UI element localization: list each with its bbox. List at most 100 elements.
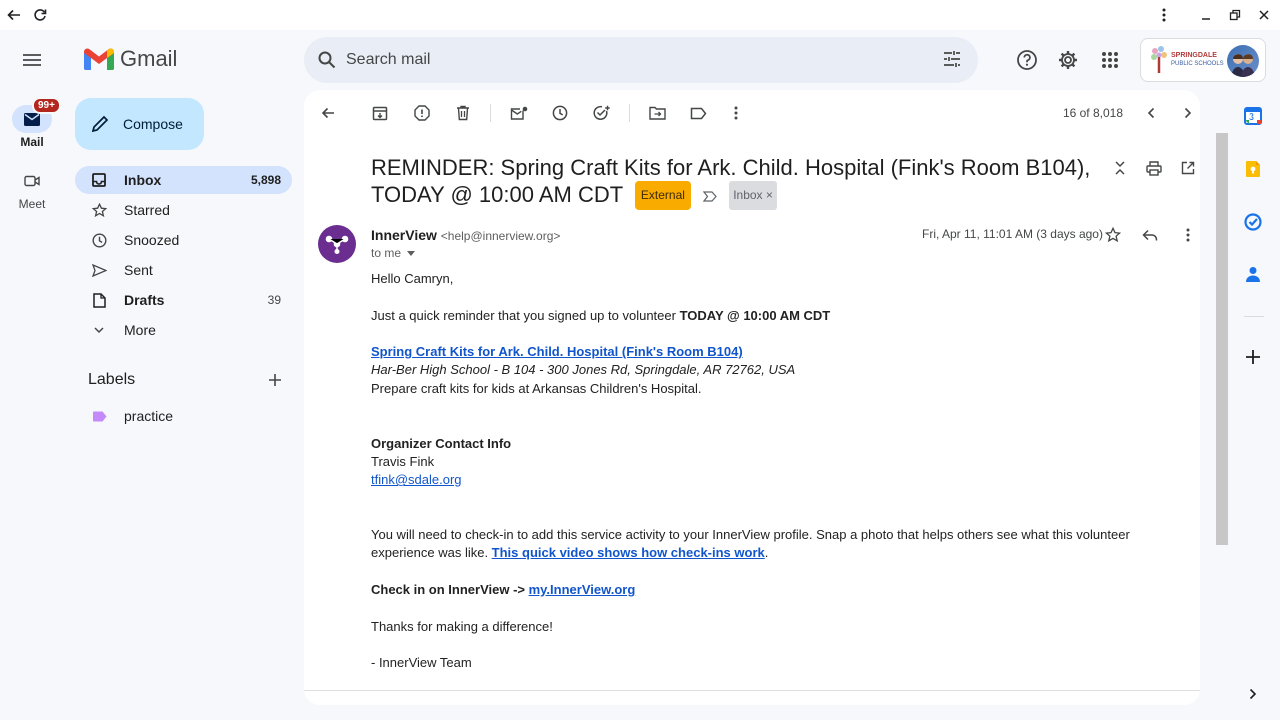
email-date: Fri, Apr 11, 11:01 AM (3 days ago) [922, 227, 1103, 241]
school-subtitle: PUBLIC SCHOOLS [1171, 61, 1224, 67]
rail-meet[interactable]: Meet [0, 167, 64, 211]
mark-unread-icon[interactable] [509, 103, 529, 123]
browser-bar [0, 0, 1280, 30]
close-icon[interactable] [1254, 5, 1274, 25]
inbox-chip-label: Inbox [733, 188, 763, 202]
back-arrow-icon[interactable] [4, 5, 24, 25]
print-icon[interactable] [1144, 158, 1164, 178]
main-menu-icon[interactable] [12, 46, 52, 74]
mail-badge: 99+ [32, 97, 61, 114]
checkin-prompt: Check in on InnerView -> [371, 582, 529, 598]
star-icon [89, 200, 109, 220]
period: . [764, 545, 769, 561]
label-tag-icon [89, 406, 109, 426]
nav-count: 39 [267, 293, 281, 307]
star-message-icon[interactable] [1103, 225, 1123, 245]
newer-chevron-left-icon[interactable] [1141, 103, 1161, 123]
school-logo: SPRINGDALE PUBLIC SCHOOLS [1149, 45, 1224, 75]
search-options-icon[interactable] [942, 49, 962, 69]
sender-info: InnerView <help@innerview.org> [371, 227, 560, 243]
rail-mail[interactable]: 99+ Mail [0, 97, 64, 149]
recipients-toggle[interactable]: to me [371, 246, 416, 260]
expand-side-panel-icon[interactable] [1243, 684, 1263, 704]
nav-item-snoozed[interactable]: Snoozed [75, 226, 292, 254]
report-spam-icon[interactable] [412, 103, 432, 123]
delete-icon[interactable] [453, 103, 473, 123]
nav-item-starred[interactable]: Starred [75, 196, 292, 224]
keep-icon[interactable] [1243, 159, 1263, 179]
nav-item-drafts[interactable]: Drafts 39 [75, 286, 292, 314]
nav-label: More [124, 322, 156, 338]
nav-label: Starred [124, 202, 170, 218]
nav-label: practice [124, 408, 174, 424]
search-input[interactable] [346, 51, 926, 69]
compose-button[interactable]: Compose [75, 98, 204, 150]
move-to-icon[interactable] [647, 103, 667, 123]
message-more-icon[interactable] [1178, 225, 1198, 245]
external-tag: External [634, 181, 691, 210]
label-icon[interactable] [688, 103, 708, 123]
signoff: - InnerView Team [371, 655, 472, 671]
nav-label: Inbox [124, 172, 162, 188]
nav-item-inbox[interactable]: Inbox 5,898 [75, 166, 292, 194]
contacts-icon[interactable] [1243, 264, 1263, 284]
account-switcher[interactable]: SPRINGDALE PUBLIC SCHOOLS [1140, 38, 1266, 82]
school-name: SPRINGDALE [1171, 52, 1217, 59]
archive-icon[interactable] [370, 103, 390, 123]
snooze-icon[interactable] [550, 103, 570, 123]
reply-icon[interactable] [1140, 225, 1160, 245]
checkin-video-link[interactable]: This quick video shows how check-ins wor… [492, 545, 765, 560]
help-icon[interactable] [1015, 48, 1039, 72]
email-body: Hello Camryn, Just a quick reminder that… [371, 270, 1191, 673]
remove-label-icon[interactable]: × [766, 188, 773, 202]
apps-grid-icon[interactable] [1098, 48, 1122, 72]
caret-down-icon [407, 251, 416, 256]
browser-menu-icon[interactable] [1154, 5, 1174, 25]
minimize-icon[interactable] [1196, 5, 1216, 25]
tasks-icon[interactable] [1243, 212, 1263, 232]
draft-icon [89, 290, 109, 310]
toolbar-divider [629, 104, 630, 122]
collapse-all-icon[interactable] [1110, 158, 1130, 178]
labels-heading: Labels [88, 371, 136, 388]
reminder-time: TODAY @ 10:00 AM CDT [679, 307, 831, 323]
get-addons-plus-icon[interactable] [1243, 347, 1263, 367]
restore-icon[interactable] [1225, 5, 1245, 25]
sender-email: <help@innerview.org> [440, 229, 561, 243]
organizer-name: Travis Fink [371, 453, 435, 469]
more-options-icon[interactable] [726, 103, 746, 123]
add-label-icon[interactable] [265, 370, 285, 390]
sender-avatar[interactable] [318, 225, 356, 263]
inbox-icon [89, 170, 109, 190]
sender-name[interactable]: InnerView [371, 227, 437, 243]
nav-label: Sent [124, 262, 153, 278]
nav-item-more[interactable]: More [75, 316, 292, 344]
reload-icon[interactable] [30, 5, 50, 25]
event-link[interactable]: Spring Craft Kits for Ark. Child. Hospit… [371, 344, 743, 359]
nav-item-sent[interactable]: Sent [75, 256, 292, 284]
thanks-line: Thanks for making a difference! [371, 618, 553, 634]
older-chevron-right-icon[interactable] [1178, 103, 1198, 123]
clock-icon [89, 230, 109, 250]
settings-gear-icon[interactable] [1056, 48, 1080, 72]
back-to-inbox-icon[interactable] [318, 103, 338, 123]
message-panel: 16 of 8,018 REMINDER: Spring Craft Kits … [304, 90, 1200, 705]
email-subject-line: REMINDER: Spring Craft Kits for Ark. Chi… [371, 154, 1111, 210]
organizer-email-link[interactable]: tfink@sdale.org [371, 472, 462, 487]
label-item-practice[interactable]: practice [75, 402, 292, 430]
nav-label: Drafts [124, 292, 165, 308]
app-rail: 99+ Mail Meet [0, 30, 64, 720]
greeting: Hello Camryn, [371, 271, 454, 286]
video-camera-icon [24, 175, 40, 187]
add-to-tasks-icon[interactable] [592, 103, 612, 123]
importance-marker-icon[interactable] [703, 191, 717, 202]
recipients-label: to me [371, 246, 402, 260]
gmail-wordmark: Gmail [120, 46, 178, 71]
search-icon[interactable] [316, 49, 338, 71]
open-new-window-icon[interactable] [1178, 158, 1198, 178]
scrollbar[interactable] [1216, 133, 1228, 545]
innerview-site-link[interactable]: my.InnerView.org [529, 582, 636, 597]
gmail-logo[interactable]: Gmail [84, 46, 177, 72]
avatar [1227, 45, 1259, 77]
calendar-icon[interactable] [1243, 106, 1263, 126]
